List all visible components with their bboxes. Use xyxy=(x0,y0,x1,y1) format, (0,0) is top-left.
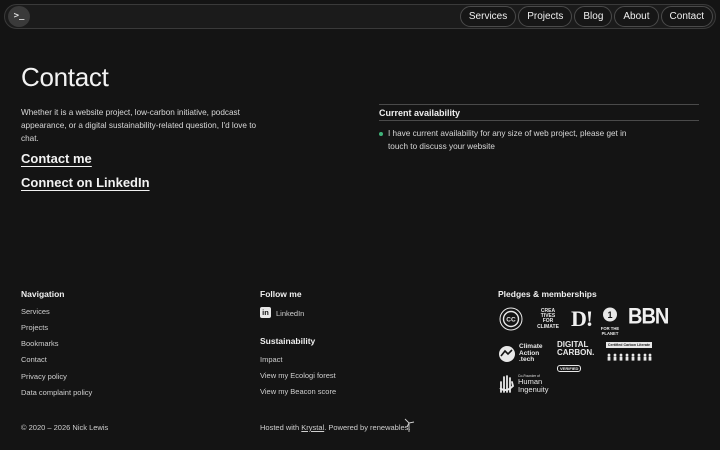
hosted-text: Hosted with Krystal. Powered by renewabl… xyxy=(260,423,411,432)
nav-projects[interactable]: Projects xyxy=(518,6,573,27)
people-icon xyxy=(607,353,652,361)
footer-follow-heading: Follow me xyxy=(260,289,302,299)
footer-link-projects[interactable]: Projects xyxy=(21,323,48,332)
hosted-suffix: . Powered by renewables. xyxy=(324,423,411,432)
availability-status-icon xyxy=(379,132,383,136)
linkedin-connect-link[interactable]: Connect on LinkedIn xyxy=(21,175,150,190)
footer-link-beacon[interactable]: View my Beacon score xyxy=(260,387,336,396)
home-logo-button[interactable]: >_ xyxy=(8,6,30,27)
creatives-for-climate-logo[interactable]: CREA TIVES FOR CLIMATE xyxy=(533,308,563,330)
human-ingenuity-logo[interactable]: Co-Founder of Human Ingenuity xyxy=(498,374,548,393)
footer-link-impact[interactable]: Impact xyxy=(260,355,283,364)
main-nav: Services Projects Blog About Contact xyxy=(459,6,713,27)
nav-about[interactable]: About xyxy=(614,6,659,27)
climate-action-icon xyxy=(499,345,515,362)
footer-link-contact[interactable]: Contact xyxy=(21,355,47,364)
bbn-logo[interactable]: BBN xyxy=(628,305,669,330)
footer-navigation-heading: Navigation xyxy=(21,289,65,299)
footer-link-ecologi[interactable]: View my Ecologi forest xyxy=(260,371,336,380)
contact-me-link[interactable]: Contact me xyxy=(21,151,92,166)
planet-logo-text: PLANET xyxy=(601,330,619,336)
cc-logo-text: CC xyxy=(506,317,516,324)
krystal-link[interactable]: Krystal xyxy=(301,423,324,432)
footer-link-linkedin[interactable]: LinkedIn xyxy=(276,309,304,318)
climate-logo-text: .tech xyxy=(519,356,535,363)
digital-carbon-text: CARBON. xyxy=(557,348,595,357)
copyright-text: © 2020 – 2026 Nick Lewis xyxy=(21,423,109,432)
nav-contact[interactable]: Contact xyxy=(660,6,713,27)
availability-text: I have current availability for any size… xyxy=(388,129,627,151)
linkedin-icon[interactable]: in xyxy=(260,307,271,318)
digital-carbon-verified-logo[interactable]: DIGITAL CARBON. VERIFIED xyxy=(557,341,594,375)
one-percent-planet-logo[interactable]: 1 FOR THE PLANET xyxy=(598,307,622,336)
carbon-literate-logo[interactable]: Certified Carbon Literate xyxy=(606,342,652,366)
nav-services[interactable]: Services xyxy=(459,6,517,27)
hand-icon xyxy=(499,374,514,393)
carbon-literate-text: Certified Carbon Literate xyxy=(606,342,652,348)
d-pledge-logo[interactable]: D! xyxy=(571,306,593,332)
intro-text: Whether it is a website project, low-car… xyxy=(21,108,257,143)
availability-title: Current availability xyxy=(379,108,461,118)
climate-action-tech-logo[interactable]: Climate Action .tech xyxy=(498,343,542,364)
footer-pledges-heading: Pledges & memberships xyxy=(498,289,597,299)
footer-link-bookmarks[interactable]: Bookmarks xyxy=(21,339,59,348)
wind-turbine-icon xyxy=(404,418,415,432)
hosted-prefix: Hosted with xyxy=(260,423,302,432)
human-logo-text: Ingenuity xyxy=(518,384,549,394)
availability-divider xyxy=(379,120,699,121)
verified-badge: VERIFIED xyxy=(557,365,582,372)
footer-link-privacy[interactable]: Privacy policy xyxy=(21,372,67,381)
availability-divider xyxy=(379,104,699,105)
footer-sustainability-heading: Sustainability xyxy=(260,336,316,346)
creatives-logo-text: CLIMATE xyxy=(537,323,559,330)
footer-link-services[interactable]: Services xyxy=(21,307,50,316)
page-title: Contact xyxy=(21,62,109,92)
nav-blog[interactable]: Blog xyxy=(574,6,613,27)
footer-link-data-complaint[interactable]: Data complaint policy xyxy=(21,388,92,397)
planet-logo-number: 1 xyxy=(607,310,612,320)
site-header: >_ Services Projects Blog About Contact xyxy=(4,4,716,29)
cc-pledge-logo[interactable]: CC xyxy=(499,307,523,336)
